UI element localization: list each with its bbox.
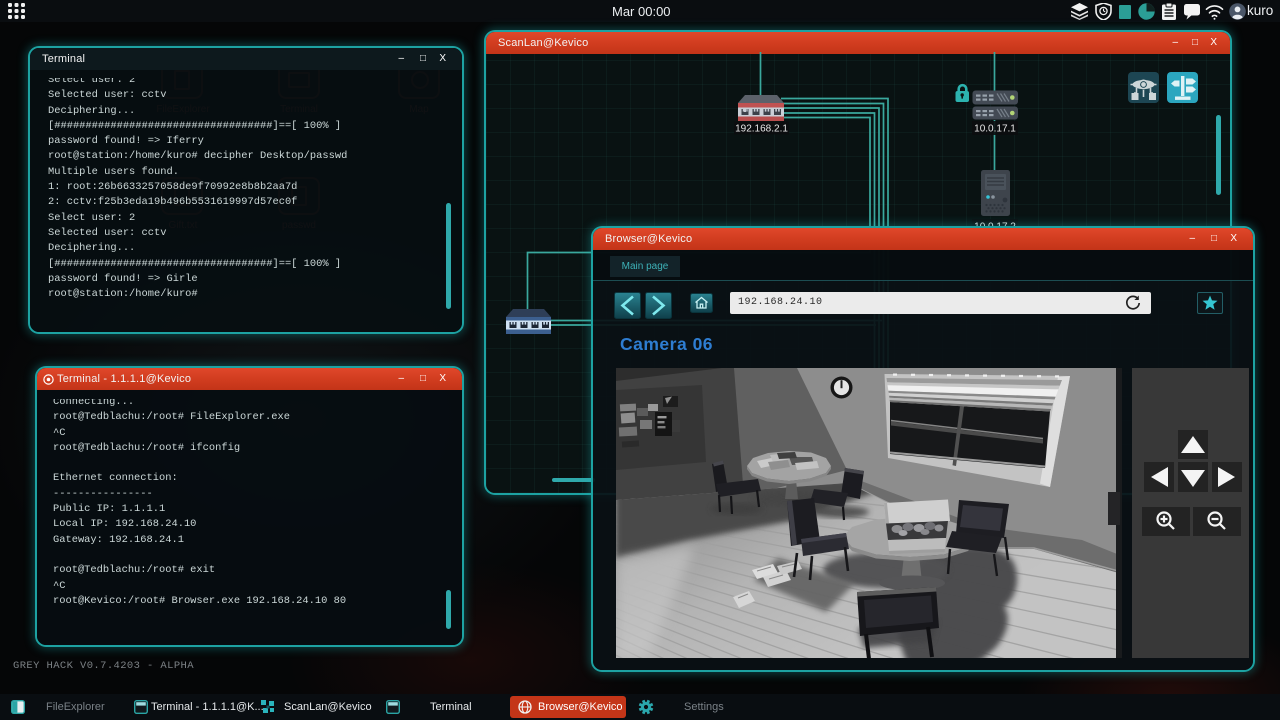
svg-text:10.0.17.1: 10.0.17.1	[974, 124, 1016, 135]
svg-text:192.168.2.1: 192.168.2.1	[735, 124, 788, 135]
